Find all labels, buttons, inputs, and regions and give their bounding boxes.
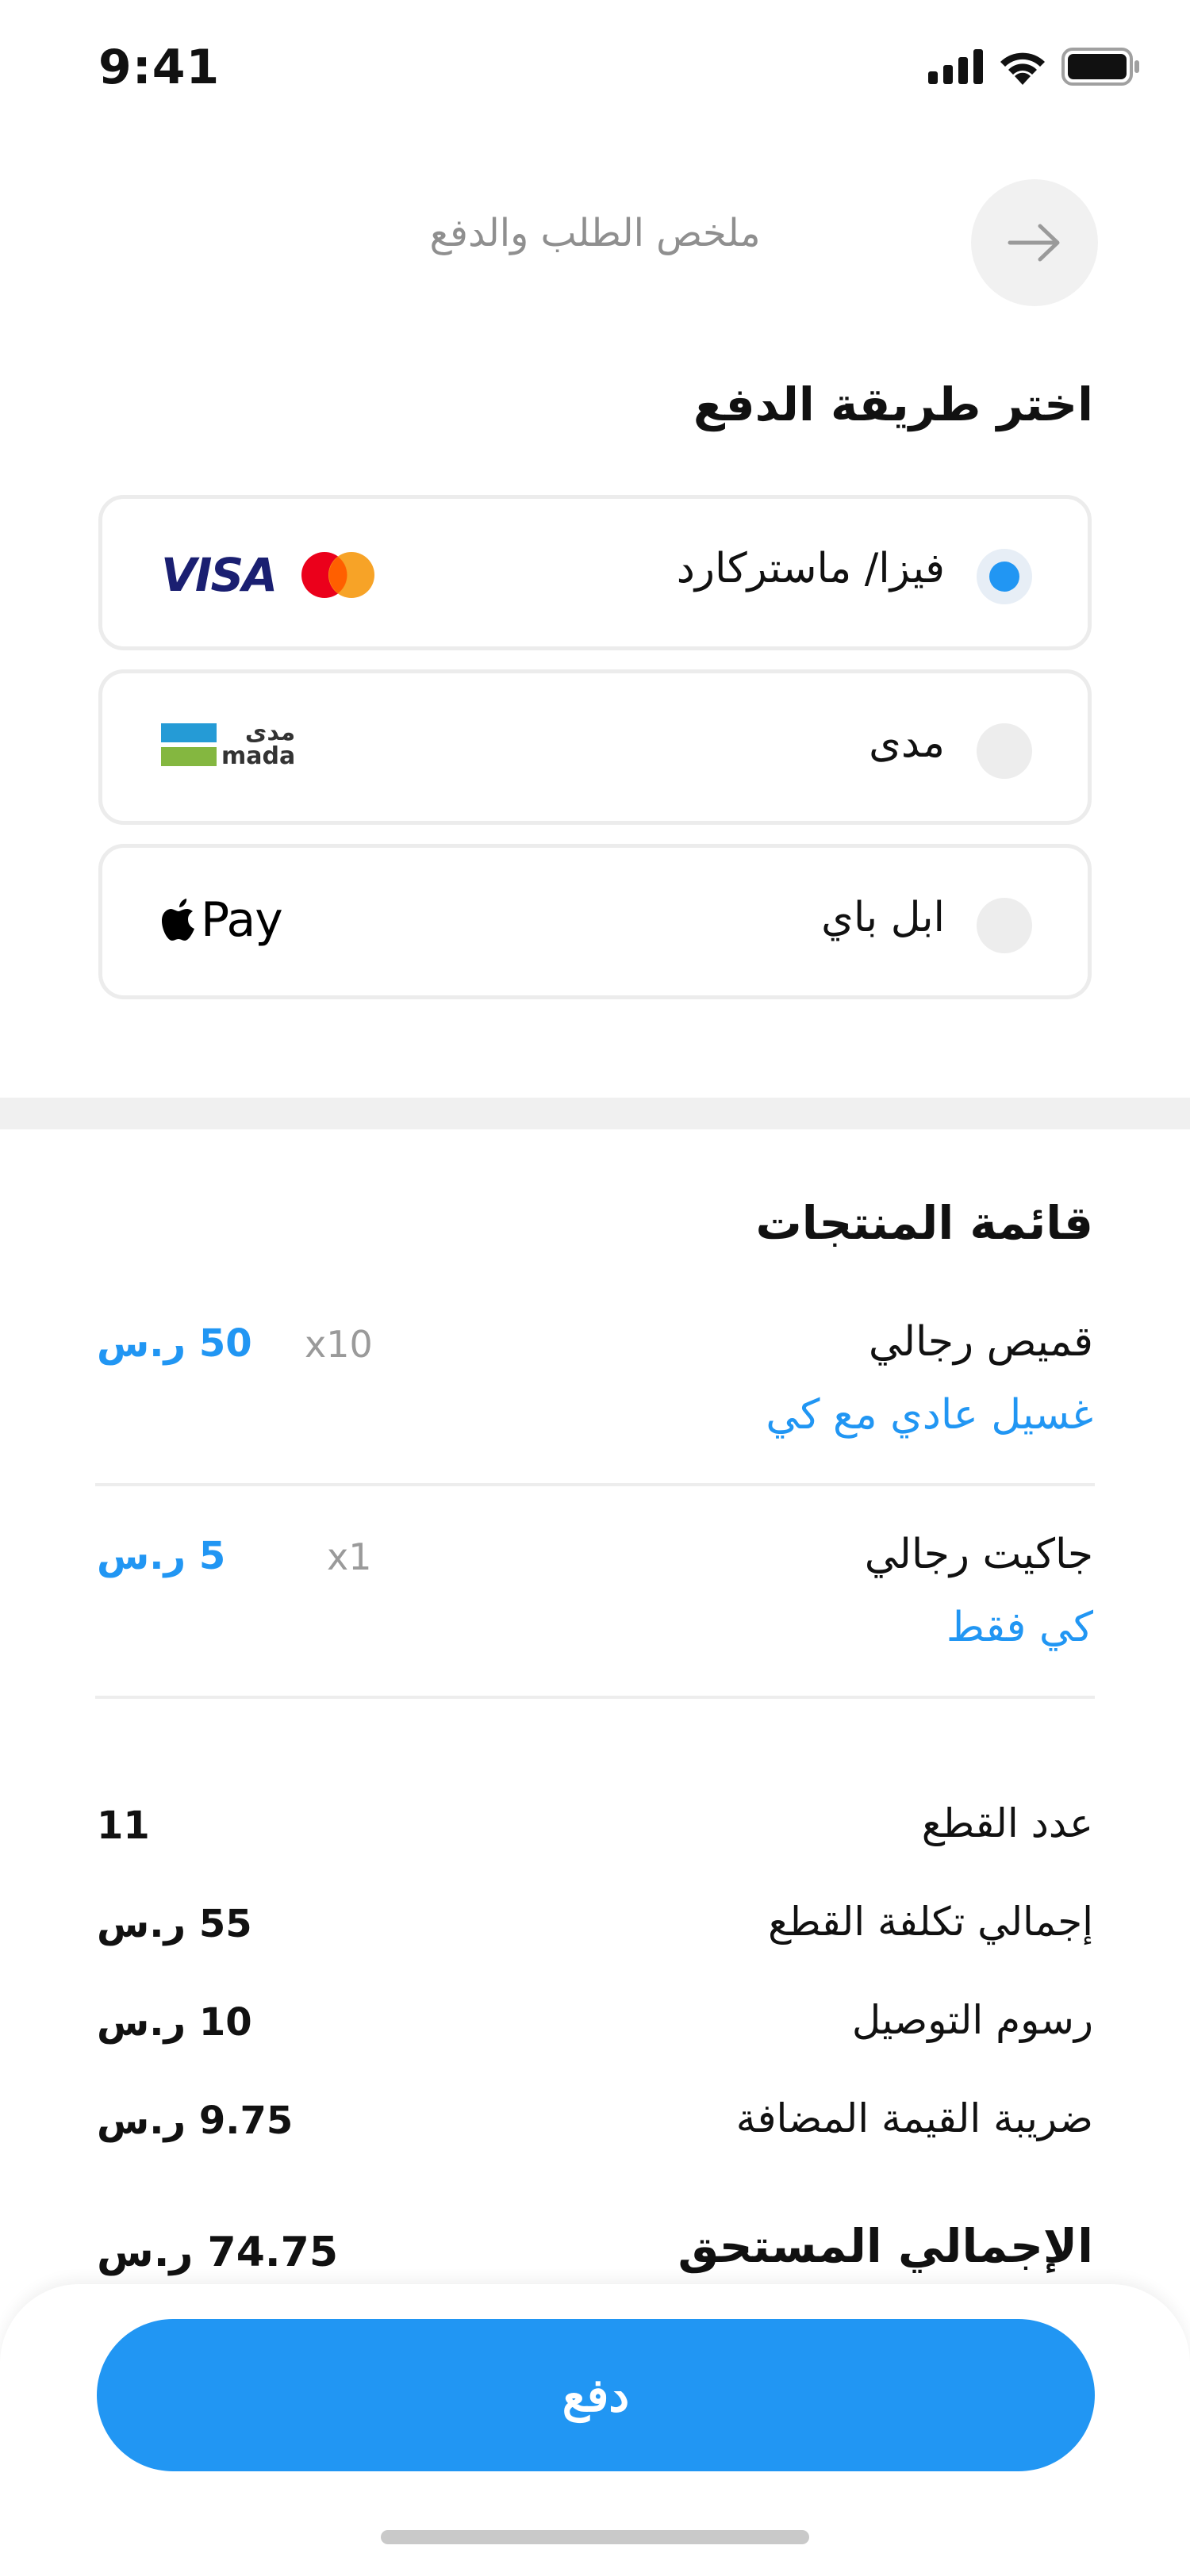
apple-pay-text: Pay: [201, 892, 283, 948]
summary-label-vat: ضريبة القيمة المضافة: [735, 2095, 1093, 2141]
mada-logo-arabic: مدى: [244, 719, 296, 746]
radio-unselected[interactable]: [977, 898, 1032, 953]
divider-line: [95, 1483, 1095, 1486]
payment-option-visa-mastercard[interactable]: فيزا/ ماستركارد VISA: [98, 495, 1092, 650]
payment-label-mada: مدى: [869, 719, 945, 767]
visa-mastercard-logo: VISA: [161, 548, 376, 602]
summary-label-delivery-fee: رسوم التوصيل: [851, 1997, 1093, 2043]
wifi-icon: [1000, 52, 1045, 85]
apple-icon: [162, 899, 194, 941]
summary-label-items-cost: إجمالي تكلفة القطع: [768, 1899, 1093, 1945]
product-name: قميص رجالي: [868, 1318, 1093, 1366]
status-time: 9:41: [98, 40, 221, 95]
mada-blue-bar: [161, 723, 217, 742]
apple-pay-logo: Pay: [161, 892, 283, 948]
back-button[interactable]: [971, 179, 1098, 306]
mada-green-bar: [161, 747, 217, 766]
summary-value-items-cost: 55 ر.س: [97, 1902, 252, 1946]
signal-icon: [928, 49, 983, 84]
mastercard-logo-icon: [301, 552, 375, 598]
payment-label-visa-mastercard: فيزا/ ماستركارد: [676, 545, 945, 592]
summary-value-item-count: 11: [97, 1804, 150, 1848]
radio-selected[interactable]: [977, 549, 1032, 604]
total-due-label: الإجمالي المستحق: [678, 2219, 1093, 2273]
product-service: كي فقط: [946, 1604, 1093, 1651]
summary-label-item-count: عدد القطع: [921, 1800, 1093, 1846]
status-icons: [928, 48, 1141, 86]
summary-value-delivery-fee: 10 ر.س: [97, 2000, 252, 2045]
product-quantity: x10: [305, 1323, 373, 1366]
visa-logo: VISA: [161, 548, 278, 602]
section-divider: [0, 1098, 1190, 1129]
product-service: غسيل عادي مع كي: [766, 1391, 1093, 1439]
total-due-value: 74.75 ر.س: [97, 2229, 339, 2276]
products-section-title: قائمة المنتجات: [755, 1196, 1093, 1250]
battery-icon: [1061, 48, 1139, 86]
product-name: جاكيت رجالي: [864, 1531, 1093, 1578]
divider-line: [95, 1696, 1095, 1699]
mada-logo-english: mada: [221, 742, 296, 770]
payment-section-title: اختر طريقة الدفع: [693, 378, 1093, 431]
mada-logo: مدى mada: [161, 721, 295, 769]
payment-option-apple-pay[interactable]: ابل باي Pay: [98, 844, 1092, 999]
summary-value-vat: 9.75 ر.س: [97, 2099, 294, 2143]
payment-option-mada[interactable]: مدى مدى mada: [98, 669, 1092, 825]
product-price: 5 ر.س: [97, 1534, 226, 1578]
arrow-right-icon: [1008, 224, 1060, 262]
product-price: 50 ر.س: [97, 1321, 252, 1366]
radio-unselected[interactable]: [977, 723, 1032, 779]
product-quantity: x1: [327, 1535, 372, 1578]
pay-button[interactable]: دفع: [97, 2319, 1095, 2471]
home-indicator: [381, 2530, 809, 2544]
payment-label-apple-pay: ابل باي: [821, 894, 945, 941]
